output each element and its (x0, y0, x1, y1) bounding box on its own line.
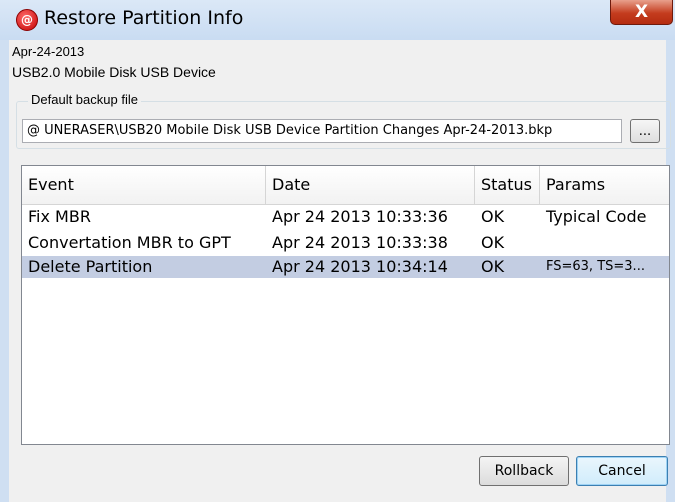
table-row-selected[interactable]: Delete Partition Apr 24 2013 10:34:14 OK… (22, 256, 669, 278)
list-header: Event Date Status Params (22, 166, 669, 205)
cell-status: OK (481, 257, 505, 276)
cell-event: Convertation MBR to GPT (28, 233, 231, 252)
close-button[interactable]: X (610, 0, 673, 25)
cell-status: OK (481, 207, 505, 226)
window-frame-left (0, 40, 9, 502)
cell-date: Apr 24 2013 10:33:36 (272, 207, 448, 226)
table-row[interactable]: Fix MBR Apr 24 2013 10:33:36 OK Typical … (22, 206, 669, 228)
table-row[interactable]: Convertation MBR to GPT Apr 24 2013 10:3… (22, 232, 669, 254)
app-logo-icon: @ (16, 9, 38, 31)
device-label: USB2.0 Mobile Disk USB Device (12, 64, 216, 80)
cell-event: Fix MBR (28, 207, 91, 226)
cancel-button[interactable]: Cancel (576, 456, 668, 486)
cell-date: Apr 24 2013 10:34:14 (272, 257, 448, 276)
browse-button[interactable]: ... (630, 119, 660, 143)
backup-legend: Default backup file (28, 92, 141, 107)
cell-date: Apr 24 2013 10:33:38 (272, 233, 448, 252)
events-list[interactable]: Event Date Status Params Fix MBR Apr 24 … (21, 165, 670, 445)
window-title: Restore Partition Info (44, 7, 244, 29)
cell-event: Delete Partition (28, 257, 153, 276)
column-header-event[interactable]: Event (22, 166, 266, 204)
column-header-params[interactable]: Params (540, 166, 669, 204)
cell-params: FS=63, TS=3... (546, 259, 645, 274)
cell-params: Typical Code (546, 207, 647, 226)
column-header-date[interactable]: Date (266, 166, 475, 204)
backup-path-field[interactable]: @ UNERASER\USB20 Mobile Disk USB Device … (22, 119, 622, 143)
cell-status: OK (481, 233, 505, 252)
column-header-status[interactable]: Status (475, 166, 540, 204)
title-bar: @ Restore Partition Info X (0, 0, 675, 41)
cell-params (540, 232, 669, 254)
date-label: Apr-24-2013 (12, 44, 85, 59)
rollback-button[interactable]: Rollback (479, 456, 569, 486)
